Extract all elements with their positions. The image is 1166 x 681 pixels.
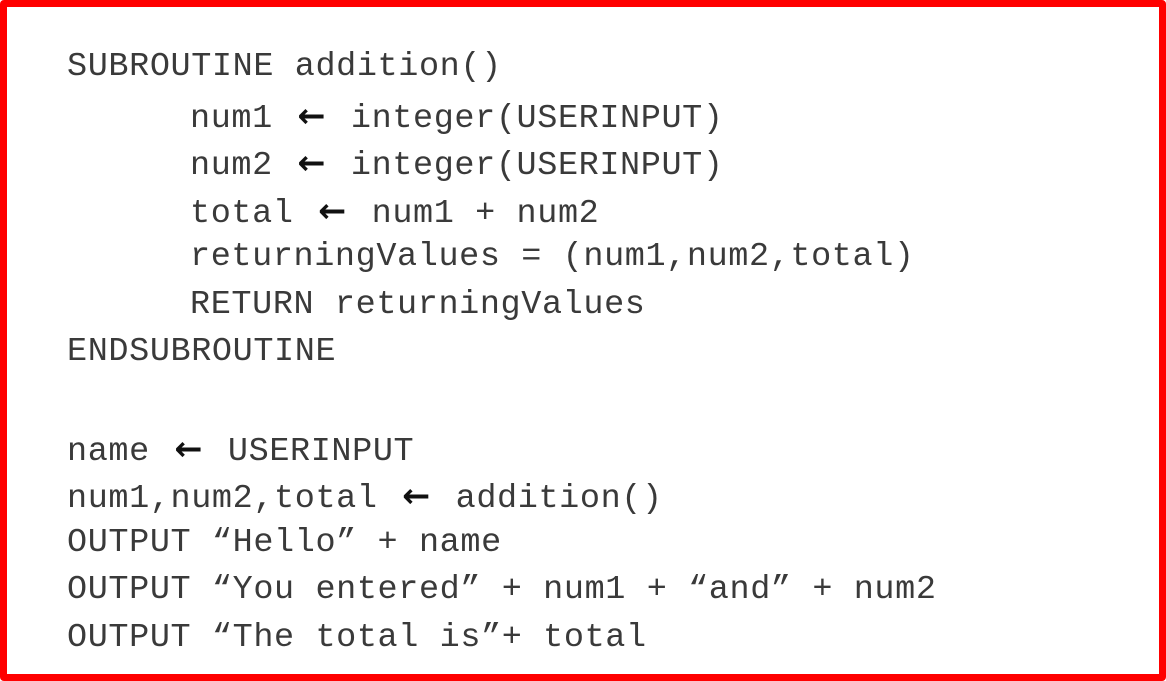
code-line-5: returningValues = (num1,num2,total): [190, 238, 915, 276]
left-arrow-icon: ←: [297, 143, 327, 182]
code-line-10: num1,num2,total ← addition(): [67, 472, 1139, 520]
code-line-2: num1 ← integer(USERINPUT): [67, 92, 1139, 140]
code-line-11: OUTPUT “Hello” + name: [67, 523, 502, 562]
code-line-6: RETURN returningValues: [190, 285, 646, 324]
left-arrow-icon: ←: [318, 190, 347, 230]
code-line-4: total ← num1 + num2: [67, 187, 1139, 235]
code-line-1: SUBROUTINE addition(): [67, 48, 502, 86]
left-arrow-icon: ←: [174, 428, 204, 468]
pseudocode-block: SUBROUTINE addition() num1 ← integer(USE…: [67, 44, 1139, 662]
left-arrow-icon: ←: [402, 476, 431, 515]
code-line-13: OUTPUT “The total is”+ total: [67, 618, 647, 657]
code-frame: SUBROUTINE addition() num1 ← integer(USE…: [0, 0, 1166, 681]
code-line-9: name ← USERINPUT: [67, 425, 1139, 473]
code-line-3: num2 ← integer(USERINPUT): [67, 139, 1139, 187]
left-arrow-icon: ←: [297, 95, 327, 135]
code-line-7: ENDSUBROUTINE: [67, 333, 337, 371]
code-line-12: OUTPUT “You entered” + num1 + “and” + nu…: [67, 571, 937, 609]
